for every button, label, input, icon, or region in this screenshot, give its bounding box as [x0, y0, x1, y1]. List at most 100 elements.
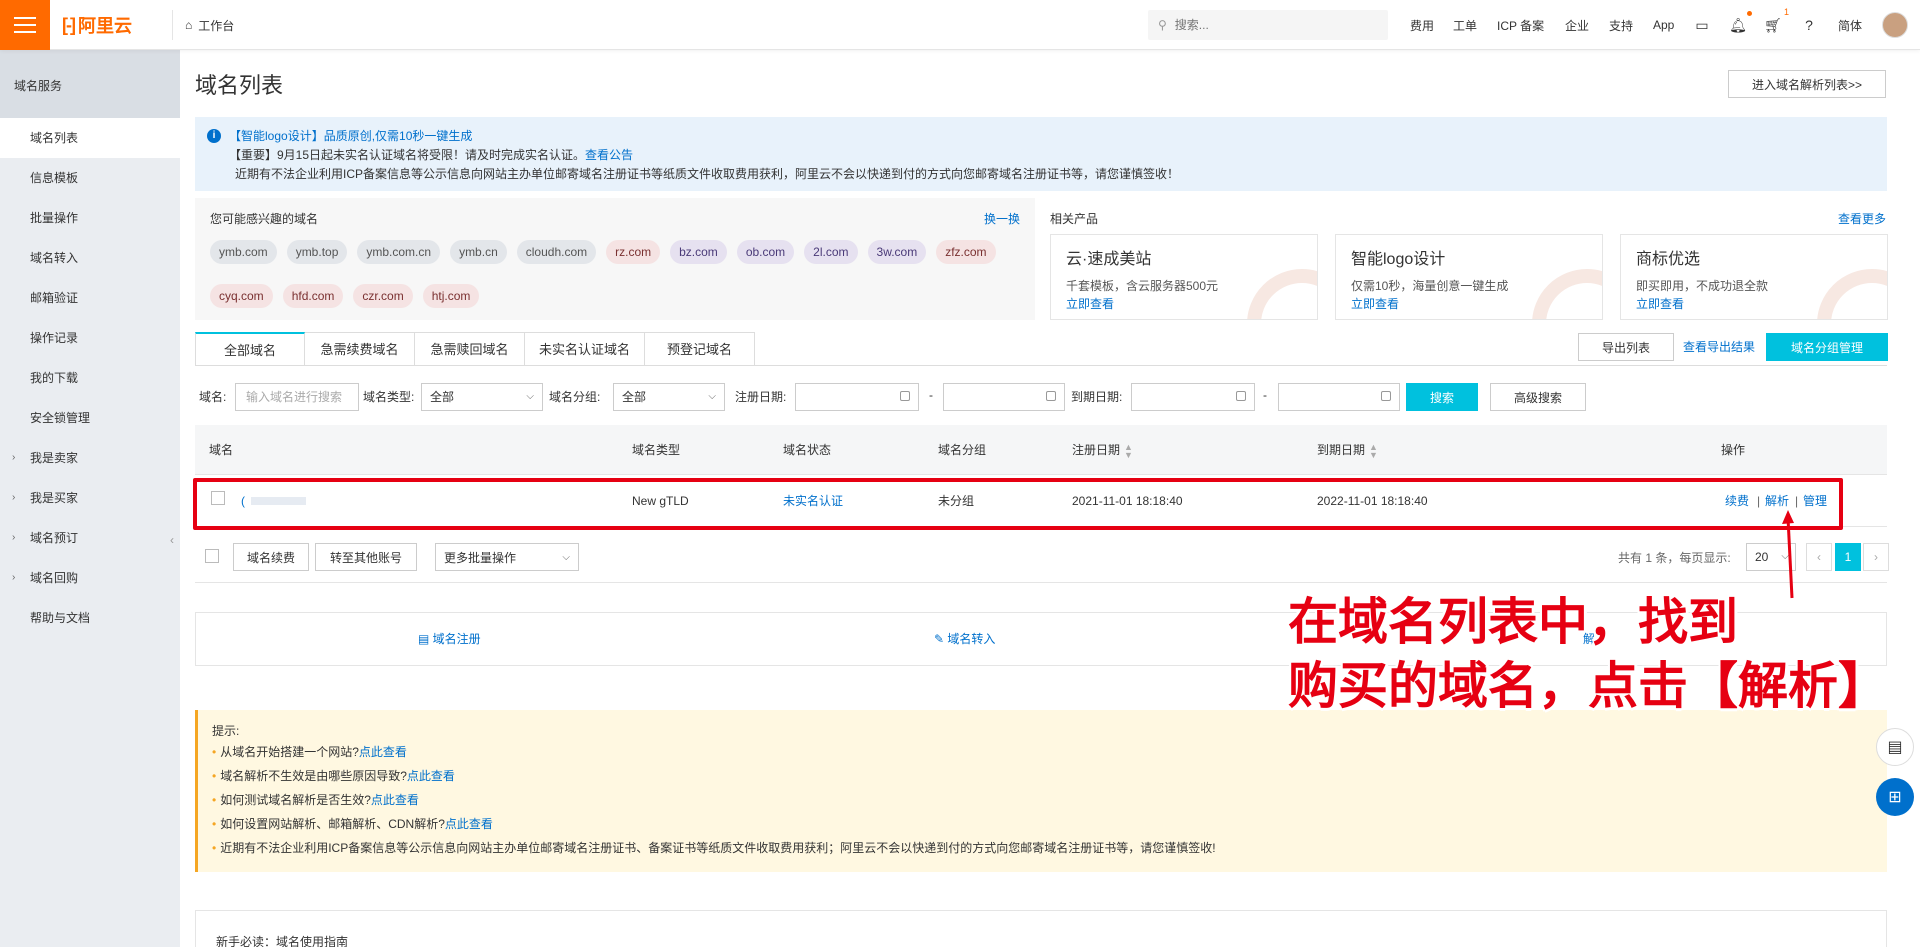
domain-chip[interactable]: htj.com: [422, 284, 480, 308]
tab-preregister[interactable]: 预登记域名: [645, 332, 756, 366]
col-domain: 域名: [209, 443, 234, 457]
search-input[interactable]: [1174, 18, 1365, 32]
domain-chip[interactable]: hfd.com: [282, 284, 344, 308]
nav-ticket[interactable]: 工单: [1453, 0, 1477, 50]
tip-link[interactable]: 点此查看: [445, 817, 493, 831]
domain-chip[interactable]: rz.com: [606, 240, 661, 264]
sidebar-item-batch[interactable]: 批量操作: [0, 198, 180, 238]
tab-unverified[interactable]: 未实名认证域名: [525, 332, 646, 366]
global-search[interactable]: ⚲: [1148, 10, 1388, 40]
domain-chip[interactable]: 3w.com: [867, 240, 927, 264]
product-card-trademark[interactable]: 商标优选 即买即用，不成功退全款 立即查看: [1620, 234, 1888, 320]
notice-logo-link[interactable]: 【智能logo设计】品质原创,仅需10秒一键生成: [229, 129, 472, 143]
related-more-link[interactable]: 查看更多: [1838, 210, 1886, 227]
tab-redeem-urgent[interactable]: 急需赎回域名: [415, 332, 525, 366]
bell-icon[interactable]: 🔔︎: [1728, 11, 1752, 35]
nav-fee[interactable]: 费用: [1410, 0, 1434, 50]
sidebar-item-buyback[interactable]: › 域名回购: [0, 558, 180, 598]
help-icon[interactable]: ?: [1799, 15, 1819, 35]
domain-chip[interactable]: ymb.top: [286, 240, 348, 264]
domain-chip[interactable]: cyq.com: [210, 284, 273, 308]
domain-chip[interactable]: ymb.com: [210, 240, 277, 264]
info-icon: i: [207, 129, 221, 143]
more-batch-select[interactable]: 更多批量操作 ⌵: [435, 543, 579, 571]
goto-dns-list-button[interactable]: 进入域名解析列表>>: [1728, 70, 1886, 98]
sidebar-item-seller[interactable]: › 我是卖家: [0, 438, 180, 478]
exp-date-end[interactable]: [1278, 383, 1400, 411]
tip-link[interactable]: 点此查看: [407, 769, 455, 783]
batch-divider: [195, 582, 1887, 583]
cart-icon[interactable]: 🛒︎ 1: [1763, 7, 1789, 35]
col-reg-date[interactable]: 注册日期 ▲ ▼: [1072, 425, 1133, 475]
tab-renew-urgent[interactable]: 急需续费域名: [305, 332, 415, 366]
domain-search-input[interactable]: [235, 383, 359, 411]
domain-chip[interactable]: ob.com: [736, 240, 795, 264]
sidebar-item-downloads[interactable]: 我的下载: [0, 358, 180, 398]
group-management-button[interactable]: 域名分组管理: [1766, 333, 1888, 361]
transfer-account-button[interactable]: 转至其他账号: [315, 543, 417, 571]
nav-app[interactable]: App: [1653, 0, 1674, 50]
exp-date-start[interactable]: [1131, 383, 1255, 411]
product-link[interactable]: 立即查看: [1351, 297, 1399, 311]
reg-date-start[interactable]: [795, 383, 919, 411]
domain-chip[interactable]: czr.com: [353, 284, 413, 308]
sidebar-item-transfer-in[interactable]: 域名转入: [0, 238, 180, 278]
product-card-site[interactable]: 云·速成美站 千套模板，含云服务器500元 立即查看: [1050, 234, 1318, 320]
apps-icon[interactable]: ⊞: [1876, 778, 1914, 816]
guide-panel: 新手必读：域名使用指南: [195, 910, 1887, 947]
cart-badge: 1: [1783, 7, 1789, 17]
select-all-checkbox[interactable]: [205, 549, 219, 563]
tips-panel: 提示: • 从域名开始搭建一个网站?点此查看 • 域名解析不生效是由哪些原因导致?点…: [195, 710, 1887, 872]
product-card-logo[interactable]: 智能logo设计 仅需10秒，海量创意一键生成 立即查看: [1335, 234, 1603, 320]
sidebar-item-label: 邮箱验证: [30, 291, 79, 305]
sidebar-item-domain-list[interactable]: 域名列表: [0, 118, 180, 158]
sidebar-item-info-template[interactable]: 信息模板: [0, 158, 180, 198]
aliyun-logo[interactable]: [-] 阿里云: [62, 14, 132, 37]
page-1-button[interactable]: 1: [1835, 543, 1861, 571]
sidebar-item-reserve[interactable]: › 域名预订: [0, 518, 180, 558]
type-select[interactable]: 全部 ⌵: [421, 383, 543, 411]
search-button[interactable]: 搜索: [1406, 383, 1478, 411]
group-select[interactable]: 全部 ⌵: [613, 383, 725, 411]
product-link[interactable]: 立即查看: [1066, 297, 1114, 311]
nav-icp[interactable]: ICP 备案: [1497, 0, 1544, 50]
domain-chip[interactable]: ymb.cn: [450, 240, 507, 264]
sidebar-item-help[interactable]: 帮助与文档: [0, 598, 180, 638]
batch-bar: 域名续费 转至其他账号 更多批量操作 ⌵ 共有 1 条，每页显示: 20 ⌵ ‹ 1…: [195, 530, 1889, 582]
register-domain-link[interactable]: ▤ 域名注册: [418, 613, 481, 665]
sidebar-item-security-lock[interactable]: 安全锁管理: [0, 398, 180, 438]
avatar[interactable]: [1882, 12, 1908, 38]
domain-chip[interactable]: cloudh.com: [516, 240, 597, 264]
reg-date-end[interactable]: [943, 383, 1065, 411]
refresh-suggestions-link[interactable]: 换一换: [984, 210, 1020, 227]
transfer-in-link[interactable]: ✎ 域名转入: [934, 613, 995, 665]
sidebar-item-email-verify[interactable]: 邮箱验证: [0, 278, 180, 318]
workbench-link[interactable]: ⌂ 工作台: [172, 10, 246, 40]
chat-icon[interactable]: ▤: [1876, 728, 1914, 766]
tip-link[interactable]: 点此查看: [371, 793, 419, 807]
next-page-button[interactable]: ›: [1863, 543, 1889, 571]
notice-announcement-link[interactable]: 查看公告: [585, 148, 633, 162]
export-result-link[interactable]: 查看导出结果: [1683, 338, 1755, 355]
advanced-search-button[interactable]: 高级搜索: [1490, 383, 1586, 411]
tab-all[interactable]: 全部域名: [195, 332, 305, 366]
calendar-icon: [1046, 391, 1056, 401]
tip-link[interactable]: 点此查看: [359, 745, 407, 759]
col-exp-date[interactable]: 到期日期 ▲ ▼: [1317, 425, 1378, 475]
product-link[interactable]: 立即查看: [1636, 297, 1684, 311]
nav-enterprise[interactable]: 企业: [1565, 0, 1589, 50]
sidebar-item-op-log[interactable]: 操作记录: [0, 318, 180, 358]
export-list-button[interactable]: 导出列表: [1578, 333, 1674, 361]
batch-renew-button[interactable]: 域名续费: [233, 543, 309, 571]
highlight-box: [193, 478, 1843, 530]
domain-chip[interactable]: 2l.com: [804, 240, 858, 264]
nav-support[interactable]: 支持: [1609, 0, 1633, 50]
domain-chip[interactable]: zfz.com: [936, 240, 996, 264]
sidebar-item-buyer[interactable]: › 我是买家: [0, 478, 180, 518]
language-switch[interactable]: 简体: [1838, 0, 1862, 50]
sidebar-item-label: 我是买家: [30, 491, 79, 505]
domain-chip[interactable]: ymb.com.cn: [357, 240, 441, 264]
terminal-icon[interactable]: ▭: [1692, 15, 1712, 35]
domain-chip[interactable]: bz.com: [670, 240, 727, 264]
menu-icon[interactable]: [0, 0, 50, 50]
